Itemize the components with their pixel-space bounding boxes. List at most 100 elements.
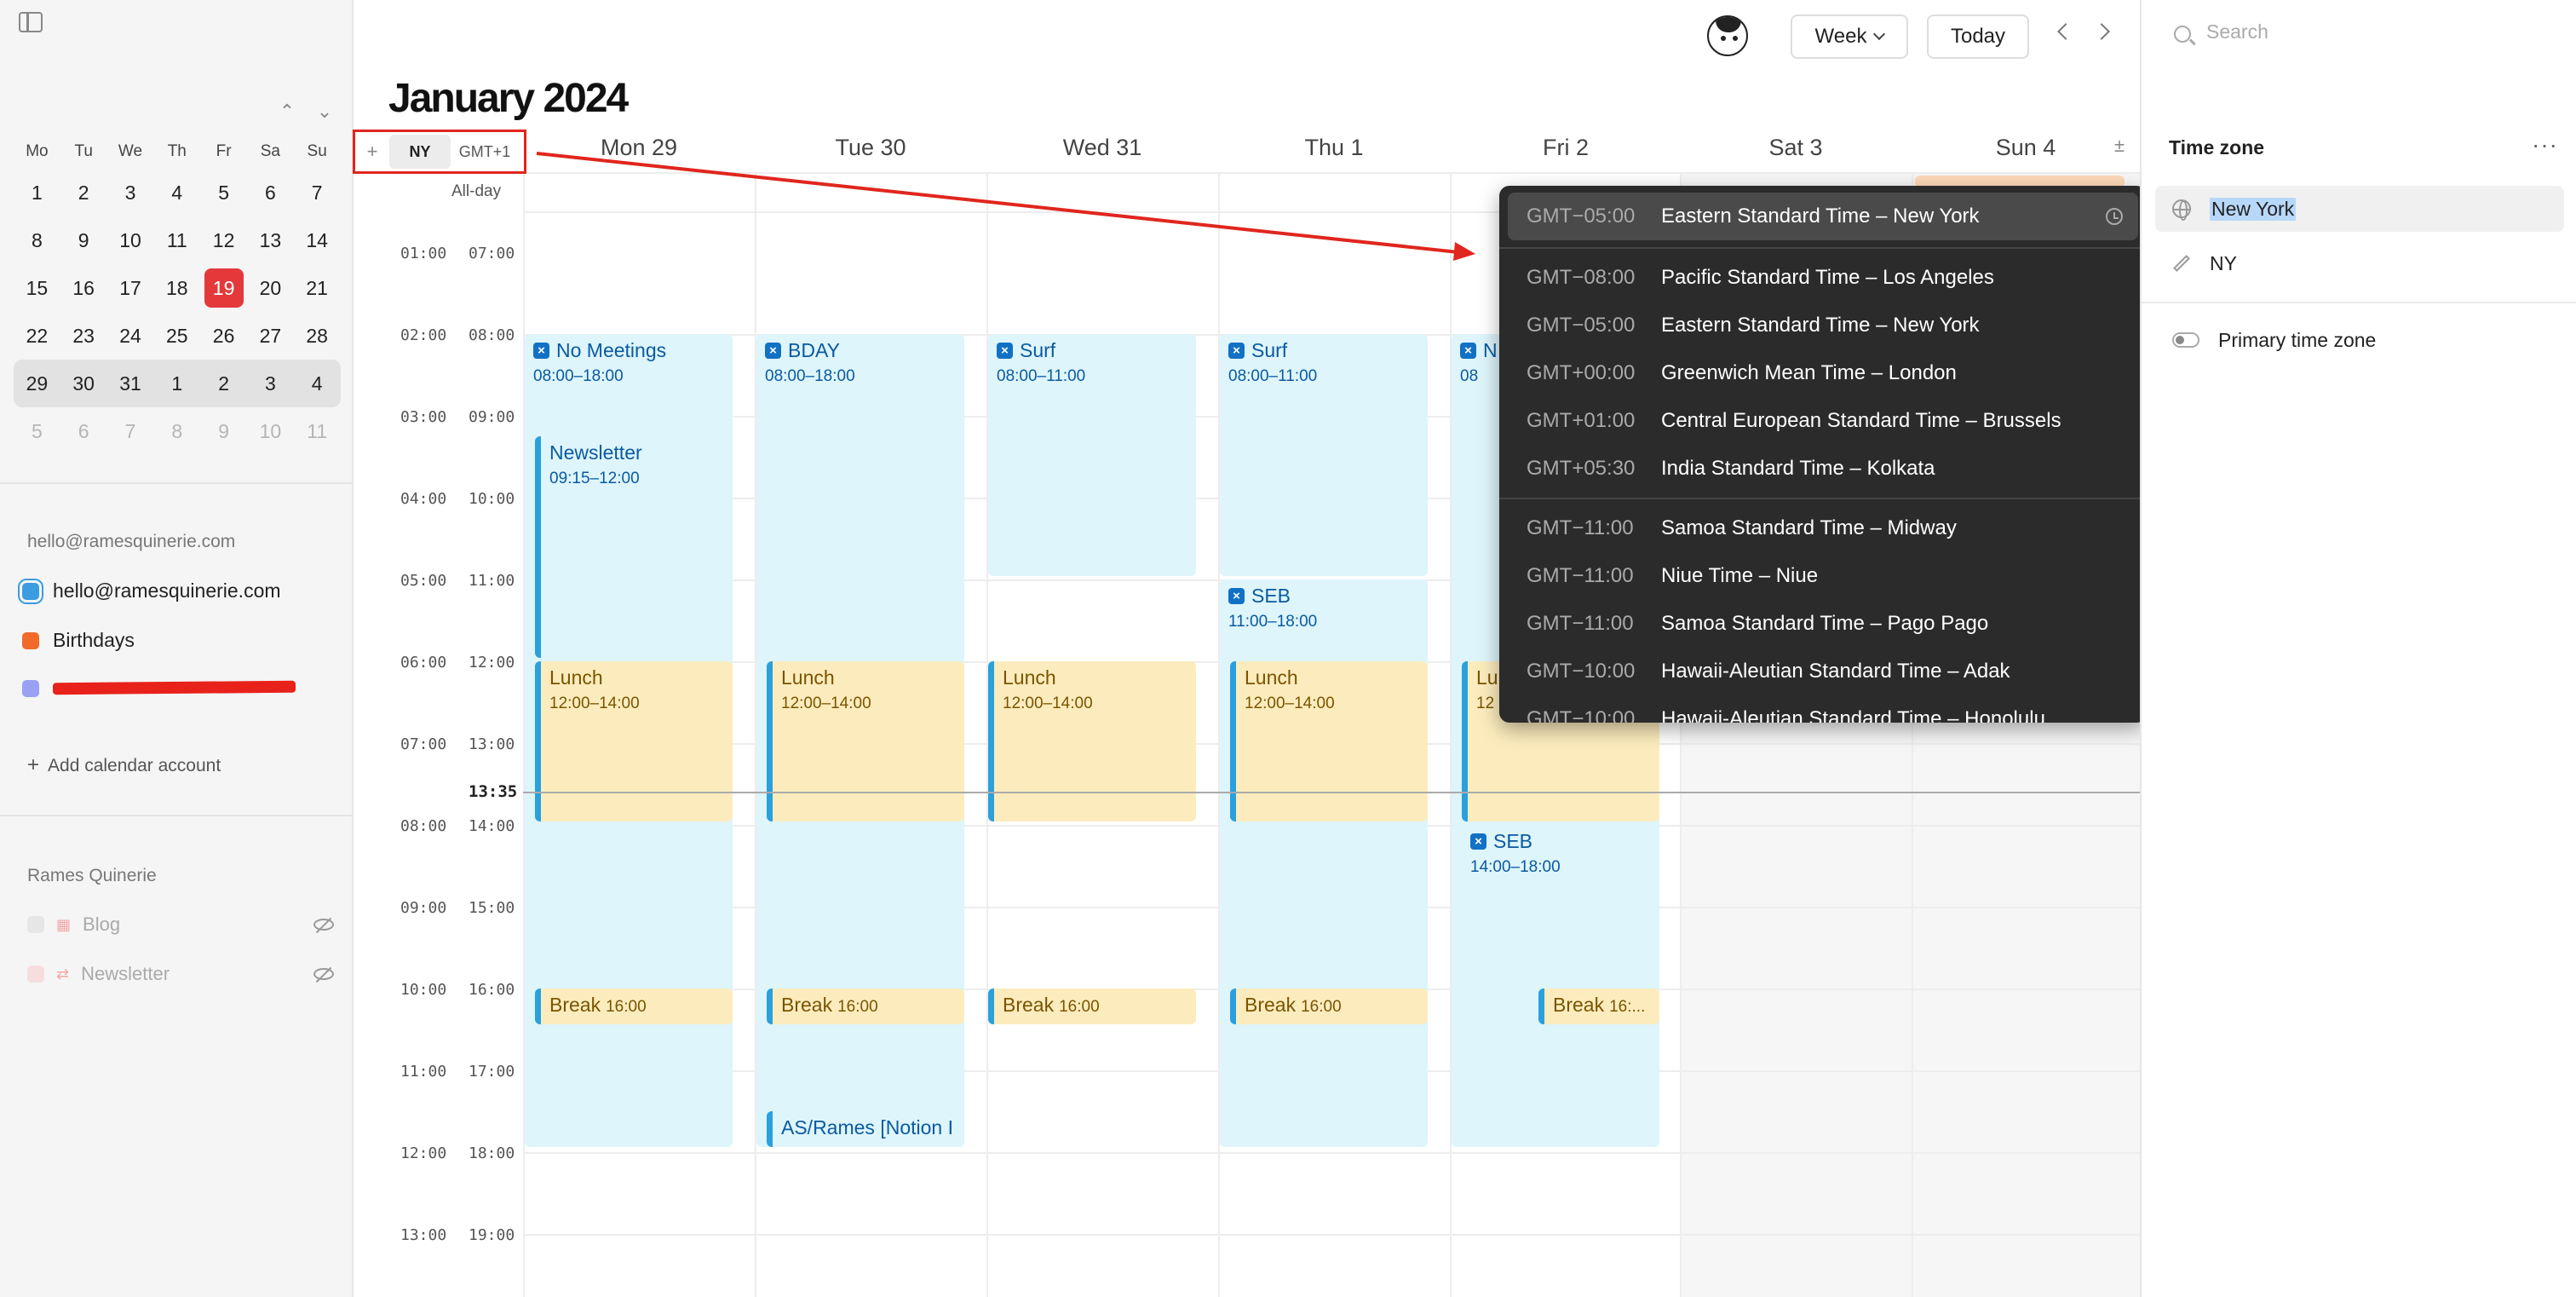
calendar-item-primary[interactable]: hello@ramesquinerie.com [22,579,281,602]
mini-day[interactable]: 11 [294,420,341,443]
workspace-item-blog[interactable]: ▦ Blog [27,914,334,936]
event-lunch[interactable]: Lunch 12:00–14:00 [1230,661,1428,821]
mini-day[interactable]: 7 [294,182,341,205]
event-lunch[interactable]: Lunch 12:00–14:00 [535,661,733,821]
mini-day[interactable]: 20 [247,277,294,300]
day-header[interactable]: Sat 3 [1680,135,1912,161]
mini-day[interactable]: 10 [247,420,294,443]
mini-day[interactable]: 18 [153,277,200,300]
event-surf[interactable]: × Surf 08:00–11:00 [1220,334,1428,576]
sidebar-toggle-icon[interactable] [19,12,43,32]
add-timezone-button[interactable]: + [355,141,389,163]
event-newsletter[interactable]: Newsletter 09:15–12:00 [535,436,733,658]
day-header[interactable]: Thu 1 [1218,135,1450,161]
timezone-option[interactable]: GMT−08:00 Pacific Standard Time – Los An… [1508,254,2138,302]
workspace-checkbox[interactable] [27,916,44,933]
search-input[interactable] [2206,20,2547,43]
mini-day[interactable]: 9 [200,420,247,443]
mini-day[interactable]: 12 [200,229,247,252]
avatar[interactable] [1707,15,1748,56]
timezone-option[interactable]: GMT+01:00 Central European Standard Time… [1508,397,2138,445]
day-header[interactable]: Wed 31 [986,135,1218,161]
mini-day[interactable]: 22 [14,325,60,348]
mini-day[interactable]: 3 [247,372,294,395]
mini-day[interactable]: 2 [60,182,107,205]
mini-day[interactable]: 9 [60,229,107,252]
mini-day[interactable]: 3 [107,182,154,205]
mini-day[interactable]: 15 [14,277,60,300]
mini-day[interactable]: 1 [14,182,60,205]
calendar-color-checkbox[interactable] [22,631,39,649]
mini-day[interactable]: 2 [200,372,247,395]
timezone-option[interactable]: GMT−11:00 Samoa Standard Time – Midway [1508,504,2138,552]
event-lunch[interactable]: Lunch 12:00–14:00 [767,661,964,821]
timezone-option[interactable]: GMT−11:00 Niue Time – Niue [1508,552,2138,600]
mini-day[interactable]: 10 [107,229,154,252]
mini-day[interactable]: 4 [294,372,341,395]
mini-day[interactable]: 23 [60,325,107,348]
event-notion-meeting[interactable]: AS/Rames [Notion I [767,1111,964,1147]
primary-timezone-toggle-row[interactable]: Primary time zone [2155,317,2564,363]
mini-day[interactable]: 29 [14,372,60,395]
chevron-down-icon[interactable]: ⌄ [312,99,337,124]
mini-day[interactable]: 1 [153,372,200,395]
event-surf[interactable]: × Surf 08:00–11:00 [988,334,1196,576]
calendar-color-checkbox[interactable] [22,680,39,697]
timezone-option[interactable]: GMT−10:00 Hawaii-Aleutian Standard Time … [1508,695,2138,723]
timezone-option[interactable]: GMT−05:00 Eastern Standard Time – New Yo… [1508,302,2138,349]
timezone-value-field[interactable]: New York [2155,186,2564,232]
event-break[interactable]: Break 16:00 [767,989,964,1024]
previous-week-icon[interactable] [2057,23,2074,40]
more-options-icon[interactable]: ··· [2532,133,2558,157]
event-break[interactable]: Break 16:00 [988,989,1196,1024]
mini-day[interactable]: 11 [153,229,200,252]
mini-day[interactable]: 7 [107,420,154,443]
mini-day[interactable]: 14 [294,229,341,252]
timezone-option[interactable]: GMT+00:00 Greenwich Mean Time – London [1508,349,2138,397]
timezone-label-field[interactable]: NY [2155,240,2564,286]
day-header[interactable]: Mon 29 [523,135,755,161]
timezone-value[interactable]: New York [2210,197,2297,221]
mini-day[interactable]: 6 [60,420,107,443]
timezone-label[interactable]: NY [2210,252,2237,275]
mini-day[interactable]: 25 [153,325,200,348]
chevron-up-icon[interactable]: ⌃ [274,99,300,124]
timezone-option[interactable]: GMT−10:00 Hawaii-Aleutian Standard Time … [1508,648,2138,695]
mini-day[interactable]: 16 [60,277,107,300]
event-seb[interactable]: × SEB 14:00–18:00 [1462,825,1659,1147]
workspace-checkbox[interactable] [27,966,44,983]
mini-day[interactable]: 26 [200,325,247,348]
mini-day[interactable]: 5 [14,420,60,443]
event-break[interactable]: Break 16:00 [1230,989,1428,1024]
mini-day[interactable]: 6 [247,182,294,205]
eye-off-icon[interactable] [313,968,334,980]
calendar-item-birthdays[interactable]: Birthdays [22,629,135,652]
timezone-option[interactable]: GMT−11:00 Samoa Standard Time – Pago Pag… [1508,600,2138,648]
timezone-option-selected[interactable]: GMT−05:00 Eastern Standard Time – New Yo… [1508,193,2138,240]
mini-day[interactable]: 8 [14,229,60,252]
calendar-color-checkbox[interactable] [22,582,39,600]
mini-day-today[interactable]: 19 [200,277,247,300]
event-break[interactable]: Break 16:... [1538,989,1659,1024]
mini-day[interactable]: 30 [60,372,107,395]
timezone-primary-chip[interactable]: NY [389,135,451,169]
mini-day[interactable]: 28 [294,325,341,348]
next-week-icon[interactable] [2093,23,2110,40]
primary-timezone-toggle[interactable] [2172,332,2199,348]
collapse-icon[interactable]: ± [2114,135,2125,157]
mini-day[interactable]: 4 [153,182,200,205]
eye-off-icon[interactable] [313,919,334,931]
today-button[interactable]: Today [1927,14,2029,59]
timezone-secondary-chip[interactable]: GMT+1 [451,143,519,161]
mini-day[interactable]: 13 [247,229,294,252]
mini-day[interactable]: 21 [294,277,341,300]
add-calendar-account-button[interactable]: + Add calendar account [27,753,221,777]
day-header[interactable]: Fri 2 [1450,135,1682,161]
mini-day[interactable]: 24 [107,325,154,348]
day-header[interactable]: Tue 30 [755,135,986,161]
timezone-option[interactable]: GMT+05:30 India Standard Time – Kolkata [1508,445,2138,493]
calendar-item-redacted[interactable] [22,680,39,697]
view-select-button[interactable]: Week [1791,14,1908,59]
mini-day[interactable]: 5 [200,182,247,205]
mini-day[interactable]: 31 [107,372,154,395]
